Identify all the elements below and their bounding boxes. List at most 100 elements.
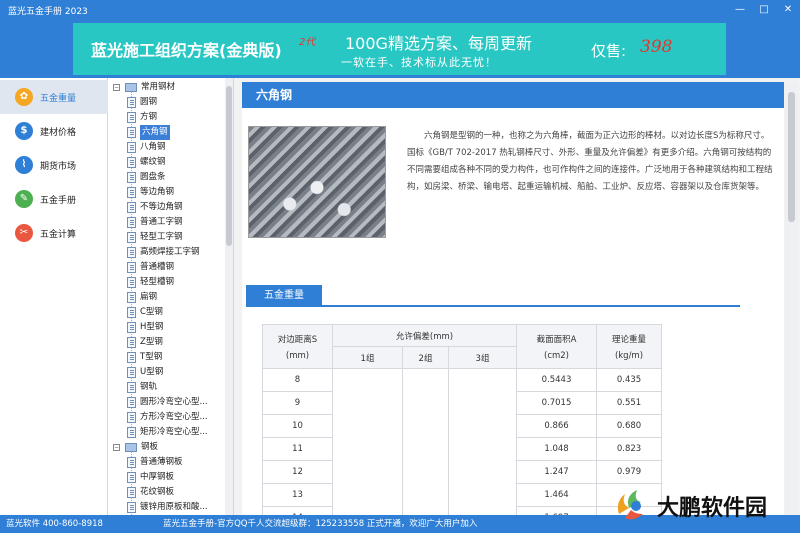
tree-item[interactable]: 六角钢	[109, 125, 231, 140]
cell-tolerance-g2: ±0.35	[402, 368, 449, 530]
dollar-icon: $	[15, 122, 33, 140]
document-icon	[127, 397, 136, 408]
tree-item[interactable]: 普通工字钢	[109, 215, 231, 230]
tree-item[interactable]: Z型钢	[109, 335, 231, 350]
product-description: 六角钢是型钢的一种，也称之为六角棒，截面为正六边形的棒材。以对边长度S为标称尺寸…	[407, 131, 773, 192]
tree-item[interactable]: 不等边角钢	[109, 200, 231, 215]
tree-item[interactable]: 轻型槽钢	[109, 275, 231, 290]
tree-item[interactable]: 矩形冷弯空心型...	[109, 425, 231, 440]
cell-area: 1.464	[516, 483, 597, 507]
tree-item[interactable]: 钢轨	[109, 380, 231, 395]
watermark-logo-icon	[617, 490, 643, 520]
content-scrollbar-thumb[interactable]	[788, 92, 795, 222]
product-photo	[248, 126, 386, 238]
banner-tagline-main: 100G精选方案、每周更新	[345, 34, 532, 53]
nav-item-calc[interactable]: ✂ 五金计算	[0, 216, 108, 250]
document-icon	[127, 292, 136, 303]
col-header-tolerance: 允许偏差(mm)	[332, 324, 517, 347]
tree-item[interactable]: T型钢	[109, 350, 231, 365]
nav-label: 期货市场	[40, 162, 77, 172]
document-icon	[127, 472, 136, 483]
tree-item-label: T型钢	[140, 352, 163, 362]
cell-s: 12	[262, 460, 333, 484]
tree-item[interactable]: C型钢	[109, 305, 231, 320]
weight-icon: ✿	[15, 88, 33, 106]
document-icon	[127, 382, 136, 393]
collapse-icon[interactable]: −	[113, 84, 120, 91]
tree-item[interactable]: 普通薄钢板	[109, 455, 231, 470]
table-row: 8±0.25±0.35±0.400.54430.435	[262, 368, 662, 530]
col-area-label: 截面面积A	[536, 334, 577, 345]
content-scrollbar[interactable]	[785, 82, 798, 515]
tree-item[interactable]: 等边角钢	[109, 185, 231, 200]
tree-item-label: 八角钢	[140, 142, 166, 152]
cell-area: 0.866	[516, 414, 597, 438]
tree-item[interactable]: 圆形冷弯空心型...	[109, 395, 231, 410]
tree-scrollbar-thumb[interactable]	[226, 86, 232, 246]
tree-item[interactable]: 方形冷弯空心型...	[109, 410, 231, 425]
col-header-g2: 2组	[402, 346, 449, 369]
tree-item[interactable]: 中厚钢板	[109, 470, 231, 485]
document-icon	[127, 427, 136, 438]
col-s-unit: (mm)	[285, 350, 310, 361]
tools-icon: ✂	[15, 224, 33, 242]
banner-headline: 蓝光施工组织方案(金典版)	[91, 41, 282, 60]
tree-group-plate[interactable]: − 钢板	[109, 440, 229, 455]
tree-item-label: 花纹钢板	[140, 487, 175, 497]
watermark: 大鹏软件园	[605, 482, 800, 530]
close-button[interactable]: ✕	[776, 0, 800, 20]
cell-area: 0.7015	[516, 391, 597, 415]
document-icon	[127, 487, 136, 498]
nav-label: 五金手册	[40, 196, 77, 206]
tree-item[interactable]: 扁钢	[109, 290, 231, 305]
page-title: 六角钢	[242, 82, 784, 108]
tree-item[interactable]: 轻型工字钢	[109, 230, 231, 245]
tree-item[interactable]: H型钢	[109, 320, 231, 335]
nav-item-price[interactable]: $ 建材价格	[0, 114, 108, 148]
left-nav: ✿ 五金重量 $ 建材价格 ⌇ 期货市场 ✎ 五金手册 ✂ 五金计算	[0, 78, 108, 515]
col-s-label: 对边距离S	[277, 334, 318, 345]
tree-item[interactable]: 八角钢	[109, 140, 231, 155]
tree-item[interactable]: 方钢	[109, 110, 231, 125]
cell-area: 0.5443	[516, 368, 597, 392]
ad-banner[interactable]: 蓝光施工组织方案(金典版) 2代 100G精选方案、每周更新 一软在手、技术标从…	[73, 23, 726, 75]
tree-item[interactable]: 普通槽钢	[109, 260, 231, 275]
spec-table: 对边距离S (mm) 允许偏差(mm) 截面面积A (cm2) 理论重量 (kg…	[262, 324, 662, 530]
cell-tolerance-g1: ±0.25	[332, 368, 403, 530]
tree-item-label: 不等边角钢	[140, 202, 183, 212]
col-header-weight: 理论重量 (kg/m)	[596, 324, 662, 369]
tree-item-label: 六角钢	[140, 125, 170, 140]
col-header-s: 对边距离S (mm)	[262, 324, 333, 369]
tree-item-label: 轻型槽钢	[140, 277, 175, 287]
minimize-button[interactable]: —	[728, 0, 752, 20]
tree-item[interactable]: U型钢	[109, 365, 231, 380]
nav-item-weight[interactable]: ✿ 五金重量	[0, 80, 108, 114]
tab-weight[interactable]: 五金重量	[246, 285, 322, 306]
banner-price-value: 398	[640, 37, 673, 57]
tree-item-label: 普通薄钢板	[140, 457, 183, 467]
tree-group-common[interactable]: − 常用钢材	[109, 80, 229, 95]
nav-item-handbook[interactable]: ✎ 五金手册	[0, 182, 108, 216]
cell-tolerance-g3: ±0.40	[448, 368, 517, 530]
tree-item[interactable]: 螺纹钢	[109, 155, 231, 170]
tree-item[interactable]: 花纹钢板	[109, 485, 231, 500]
tree-item-label: 轻型工字钢	[140, 232, 183, 242]
tree-item[interactable]: 圆钢	[109, 95, 231, 110]
col-weight-label: 理论重量	[611, 334, 646, 345]
cell-weight: 0.680	[596, 414, 662, 438]
document-icon	[127, 262, 136, 273]
document-icon	[127, 502, 136, 513]
status-message: 蓝光五金手册-官方QQ千人交流超级群：125233558 正式开通，欢迎广大用户…	[163, 519, 478, 529]
document-icon	[127, 127, 136, 138]
nav-item-futures[interactable]: ⌇ 期货市场	[0, 148, 108, 182]
tree-item[interactable]: 镀锌用原板和酸...	[109, 500, 231, 515]
col-weight-unit: (kg/m)	[614, 350, 644, 361]
document-icon	[127, 202, 136, 213]
tree-item[interactable]: 圆盘条	[109, 170, 231, 185]
maximize-button[interactable]: □	[752, 0, 776, 20]
cell-s: 11	[262, 437, 333, 461]
tree-scrollbar[interactable]	[225, 78, 233, 515]
tree-item[interactable]: 高频焊接工字钢	[109, 245, 231, 260]
collapse-icon[interactable]: −	[113, 444, 120, 451]
cell-s: 13	[262, 483, 333, 507]
